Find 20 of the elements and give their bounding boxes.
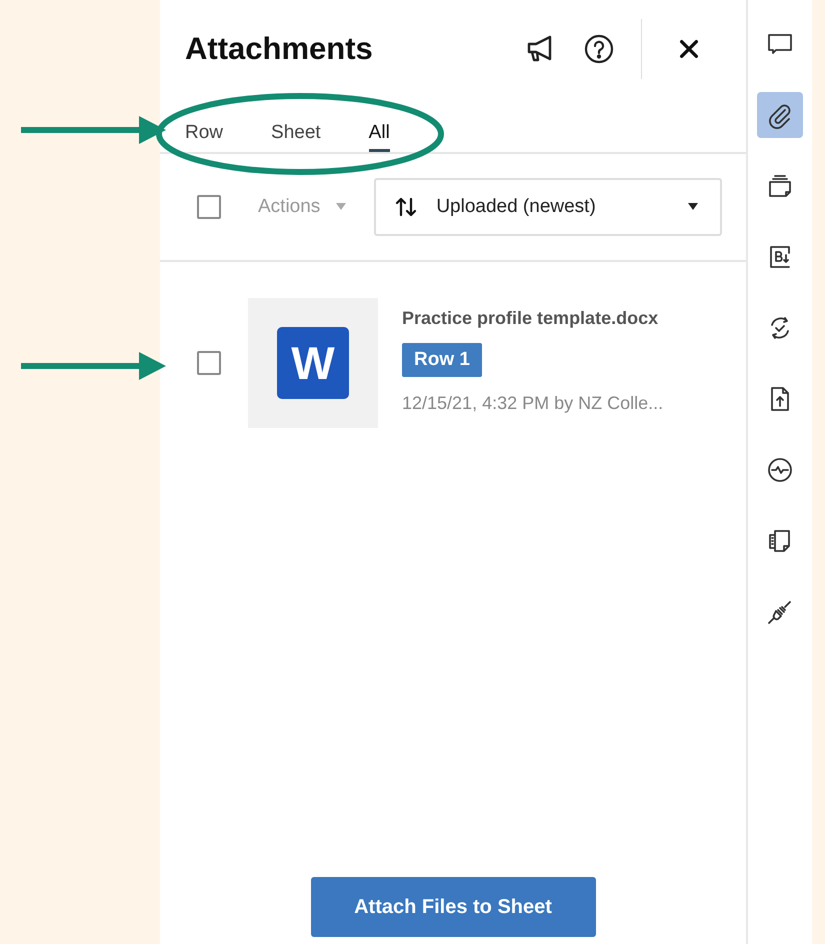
- upload-info: 12/15/21, 4:32 PM by NZ Colle...: [402, 393, 664, 414]
- word-file-icon: W: [277, 327, 349, 399]
- close-icon[interactable]: [678, 38, 700, 60]
- sort-dropdown[interactable]: Uploaded (newest): [374, 178, 722, 236]
- sort-icon: [394, 195, 418, 219]
- caret-icon: [336, 203, 346, 211]
- help-icon[interactable]: [583, 33, 615, 65]
- tab[interactable]: All: [368, 118, 390, 152]
- row-tag: Row 1: [402, 343, 482, 377]
- file-thumbnail[interactable]: W: [248, 298, 378, 428]
- caret-icon: [688, 203, 698, 211]
- panel-title: Attachments: [185, 31, 373, 67]
- select-all-checkbox[interactable]: [197, 195, 221, 219]
- attach-files-button[interactable]: Attach Files to Sheet: [310, 877, 596, 937]
- file-name[interactable]: Practice profile template.docx: [402, 308, 658, 329]
- paperclip-icon[interactable]: [757, 92, 803, 138]
- sort-value: Uploaded (newest): [436, 196, 597, 218]
- attachment-checkbox[interactable]: [197, 351, 221, 375]
- tab[interactable]: Sheet: [271, 118, 321, 152]
- tab[interactable]: Row: [185, 118, 224, 152]
